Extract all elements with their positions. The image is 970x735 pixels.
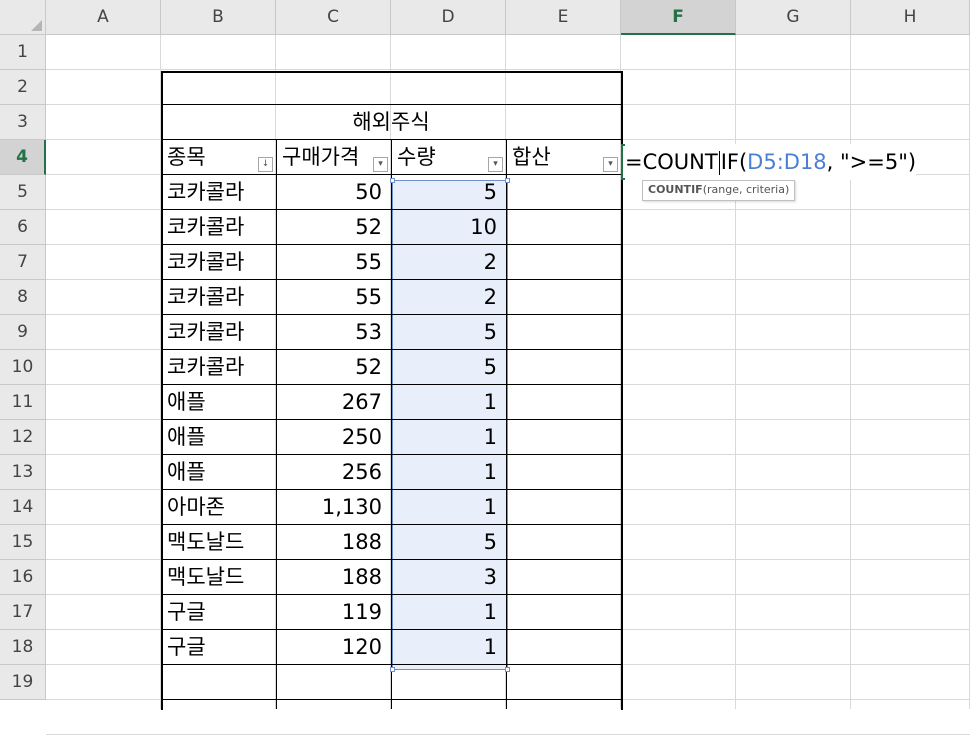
row-header-12[interactable]: 12: [0, 420, 46, 455]
tooltip-arguments: (range, criteria): [702, 183, 790, 196]
row-header-5[interactable]: 5: [0, 175, 46, 210]
row-header-19[interactable]: 19: [0, 665, 46, 700]
quantity: 1: [483, 390, 497, 414]
quantity: 1: [483, 600, 497, 624]
purchase-price: 256: [341, 460, 382, 484]
quantity: 5: [483, 320, 497, 344]
quantity: 2: [483, 285, 497, 309]
column-header-a[interactable]: A: [46, 0, 161, 35]
gridline-v: [735, 35, 736, 709]
formula-suffix: IF(: [720, 150, 748, 174]
stock-name: 코카콜라: [167, 285, 245, 309]
row-header-18[interactable]: 18: [0, 630, 46, 665]
row-header-9[interactable]: 9: [0, 315, 46, 350]
quantity: 2: [483, 250, 497, 274]
row-header-7[interactable]: 7: [0, 245, 46, 280]
purchase-price: 250: [341, 425, 382, 449]
stock-name: 맥도날드: [167, 565, 245, 589]
range-handle[interactable]: [390, 667, 395, 672]
stock-name: 코카콜라: [167, 250, 245, 274]
row-header-10[interactable]: 10: [0, 350, 46, 385]
formula-prefix: =COUNT: [625, 150, 718, 174]
column-header-h[interactable]: H: [851, 0, 970, 35]
tooltip-function-name[interactable]: COUNTIF: [648, 183, 703, 196]
range-handle[interactable]: [505, 667, 510, 672]
purchase-price: 188: [341, 565, 382, 589]
stock-name: 구글: [167, 635, 206, 659]
stock-name: 코카콜라: [167, 355, 245, 379]
gridline-h: [46, 69, 970, 70]
purchase-price: 1,130: [321, 495, 382, 519]
quantity: 1: [483, 460, 497, 484]
formula-criteria: , ">=5"): [826, 150, 917, 174]
purchase-price: 52: [355, 215, 382, 239]
stock-name: 아마존: [167, 495, 225, 519]
formula-range-ref: D5:D18: [747, 150, 827, 174]
function-tooltip: COUNTIF(range, criteria): [642, 180, 796, 201]
text-cursor: [718, 151, 720, 175]
row-header-13[interactable]: 13: [0, 455, 46, 490]
quantity: 1: [483, 425, 497, 449]
column-header-c[interactable]: C: [276, 0, 391, 35]
row-header-3[interactable]: 3: [0, 105, 46, 140]
select-all-icon: [31, 20, 42, 31]
column-header-g[interactable]: G: [736, 0, 851, 35]
purchase-price: 50: [355, 180, 382, 204]
table-line: [506, 140, 507, 709]
quantity: 1: [483, 495, 497, 519]
filter-dropdown-icon[interactable]: ↓: [258, 157, 273, 172]
stock-name: 애플: [167, 390, 206, 414]
filter-dropdown-icon[interactable]: ▾: [488, 157, 503, 172]
filter-dropdown-icon[interactable]: ▾: [373, 157, 388, 172]
quantity: 1: [483, 635, 497, 659]
filter-dropdown-icon[interactable]: ▾: [603, 157, 618, 172]
row-header-6[interactable]: 6: [0, 210, 46, 245]
row-header-16[interactable]: 16: [0, 560, 46, 595]
row-header-8[interactable]: 8: [0, 280, 46, 315]
purchase-price: 188: [341, 530, 382, 554]
purchase-price: 55: [355, 285, 382, 309]
quantity: 5: [483, 530, 497, 554]
purchase-price: 120: [341, 635, 382, 659]
row-header-14[interactable]: 14: [0, 490, 46, 525]
purchase-price: 52: [355, 355, 382, 379]
row-header-11[interactable]: 11: [0, 385, 46, 420]
select-all-corner[interactable]: [0, 0, 46, 35]
purchase-price: 267: [341, 390, 382, 414]
table-title: 해외주식: [352, 110, 430, 134]
row-header-15[interactable]: 15: [0, 525, 46, 560]
stock-name: 맥도날드: [167, 530, 245, 554]
table-border-top: [161, 71, 622, 73]
gridline-v: [850, 35, 851, 709]
row-header-4[interactable]: 4: [0, 140, 46, 175]
range-handle[interactable]: [390, 178, 395, 183]
stock-name: 코카콜라: [167, 320, 245, 344]
column-header-e[interactable]: E: [506, 0, 621, 35]
column-header-d[interactable]: D: [391, 0, 506, 35]
purchase-price: 119: [341, 600, 382, 624]
column-header-b[interactable]: B: [161, 0, 276, 35]
stock-name: 애플: [167, 460, 206, 484]
stock-name: 애플: [167, 425, 206, 449]
row-header-2[interactable]: 2: [0, 70, 46, 105]
column-header-f[interactable]: F: [621, 0, 736, 35]
quantity: 5: [483, 180, 497, 204]
purchase-price: 53: [355, 320, 382, 344]
range-handle[interactable]: [505, 178, 510, 183]
row-header-1[interactable]: 1: [0, 35, 46, 70]
row-header-17[interactable]: 17: [0, 595, 46, 630]
stock-name: 코카콜라: [167, 215, 245, 239]
quantity: 10: [470, 215, 497, 239]
formula-in-cell[interactable]: =COUNT IF(D5:D18, ">=5"): [625, 144, 917, 180]
stock-name: 코카콜라: [167, 180, 245, 204]
quantity: 5: [483, 355, 497, 379]
quantity: 3: [483, 565, 497, 589]
stock-name: 구글: [167, 600, 206, 624]
purchase-price: 55: [355, 250, 382, 274]
